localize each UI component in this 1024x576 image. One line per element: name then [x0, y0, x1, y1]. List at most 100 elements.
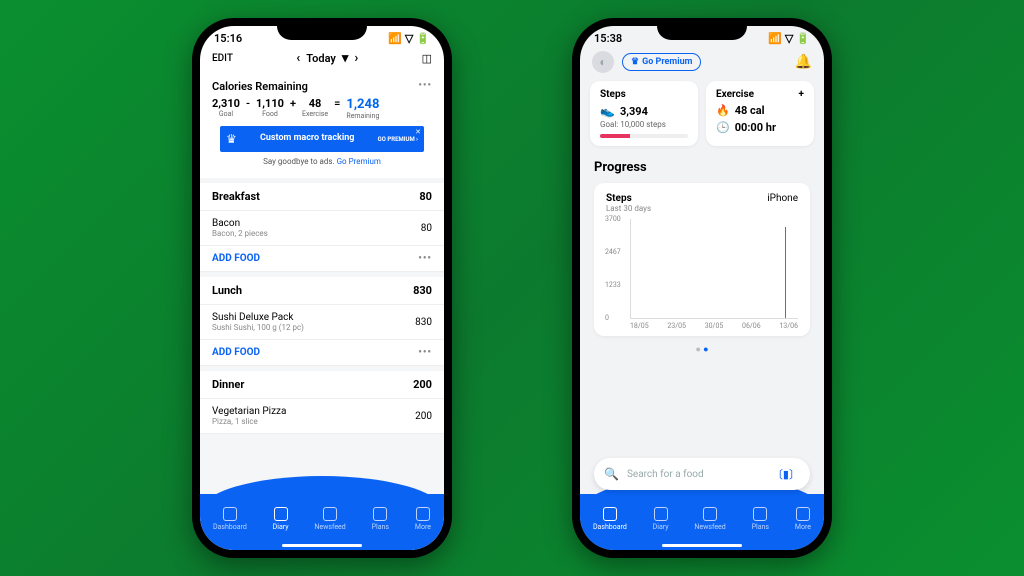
- phone-dashboard: 15:38 📶 ▽ 🔋 ◐ ♛ Go Premium 🔔 Steps 👟: [572, 18, 832, 558]
- promo-cta[interactable]: GO PREMIUM ›: [378, 136, 418, 143]
- tab-more[interactable]: More: [795, 507, 811, 531]
- food-title: Sushi Deluxe Pack: [212, 312, 304, 323]
- cal-remaining: 1,248 Remaining: [346, 97, 379, 120]
- promo-headline: Custom macro tracking: [243, 134, 372, 144]
- meal-item[interactable]: Vegetarian PizzaPizza, 1 slice200: [200, 399, 444, 434]
- steps-progress-bar: [600, 134, 688, 138]
- pager-dot-active[interactable]: ●: [703, 345, 708, 355]
- next-day-button[interactable]: ›: [354, 51, 358, 66]
- tab-icon: [603, 507, 617, 521]
- meal-item[interactable]: BaconBacon, 2 pieces80: [200, 211, 444, 246]
- tab-newsfeed[interactable]: Newsfeed: [314, 507, 345, 531]
- exercise-calories: 48 cal: [735, 104, 765, 117]
- exercise-duration: 00:00 hr: [735, 121, 776, 134]
- tab-icon: [416, 507, 430, 521]
- go-premium-link[interactable]: Go Premium: [337, 157, 381, 166]
- promo-banner[interactable]: ♛ Custom macro tracking GO PREMIUM › ✕: [220, 126, 424, 152]
- tab-more[interactable]: More: [415, 507, 431, 531]
- tab-icon: [753, 507, 767, 521]
- chart-data-spike: [785, 227, 786, 318]
- tab-icon: [274, 507, 288, 521]
- cal-food: 1,110 Food: [256, 97, 284, 118]
- tab-plans[interactable]: Plans: [752, 507, 769, 531]
- home-indicator[interactable]: [662, 544, 742, 547]
- steps-card-title: Steps: [600, 89, 688, 100]
- promo-close-button[interactable]: ✕: [415, 128, 421, 136]
- tab-icon: [373, 507, 387, 521]
- crown-icon: ♛: [631, 57, 639, 67]
- signal-icon: 📶: [388, 32, 402, 45]
- fire-icon: 🔥: [716, 104, 730, 117]
- steps-chart: 3700246712330: [630, 219, 798, 319]
- summary-cards: Steps 👟 3,394 Goal: 10,000 steps Exercis…: [580, 81, 824, 146]
- tab-label: Plans: [752, 523, 769, 531]
- tab-icon: [654, 507, 668, 521]
- edit-button[interactable]: EDIT: [212, 53, 233, 64]
- food-title: Bacon: [212, 218, 268, 229]
- tab-label: Diary: [653, 523, 669, 531]
- chart-ytick: 0: [605, 314, 609, 322]
- meal-more-button[interactable]: •••: [418, 253, 432, 264]
- add-exercise-button[interactable]: +: [799, 89, 804, 100]
- chart-xtick: 30/05: [705, 322, 724, 330]
- calories-card: Calories Remaining ••• 2,310 Goal - 1,11…: [200, 72, 444, 178]
- food-subtitle: Sushi Sushi, 100 g (12 pc): [212, 323, 304, 332]
- barcode-scan-icon[interactable]: 〔▮〕: [772, 466, 800, 482]
- add-food-button[interactable]: ADD FOOD•••: [200, 246, 444, 272]
- chart-device-label: iPhone: [767, 193, 798, 213]
- steps-chart-card[interactable]: Steps Last 30 days iPhone 3700246712330 …: [594, 183, 810, 336]
- steps-goal: Goal: 10,000 steps: [600, 120, 688, 129]
- chart-xtick: 23/05: [667, 322, 686, 330]
- crown-icon: ♛: [226, 132, 237, 146]
- steps-card[interactable]: Steps 👟 3,394 Goal: 10,000 steps: [590, 81, 698, 146]
- meal-header[interactable]: Breakfast80: [200, 183, 444, 211]
- meal-header[interactable]: Dinner200: [200, 371, 444, 399]
- meal-more-button[interactable]: •••: [418, 347, 432, 358]
- go-premium-button[interactable]: ♛ Go Premium: [622, 53, 701, 71]
- tab-dashboard[interactable]: Dashboard: [213, 507, 247, 531]
- chart-ytick: 3700: [605, 215, 621, 223]
- food-calories: 80: [421, 223, 432, 234]
- tab-dashboard[interactable]: Dashboard: [593, 507, 627, 531]
- avatar[interactable]: ◐: [592, 51, 614, 73]
- status-time: 15:38: [594, 32, 622, 45]
- exercise-card-title: Exercise: [716, 89, 754, 100]
- search-placeholder: Search for a food: [627, 469, 764, 480]
- add-food-button[interactable]: ADD FOOD•••: [200, 340, 444, 366]
- day-dropdown-icon[interactable]: ▾: [342, 51, 349, 66]
- food-subtitle: Pizza, 1 slice: [212, 417, 286, 426]
- food-calories: 830: [415, 317, 432, 328]
- tab-label: Dashboard: [593, 523, 627, 531]
- wifi-icon: ▽: [405, 32, 413, 45]
- pager-dot[interactable]: ●: [695, 345, 700, 355]
- tab-icon: [796, 507, 810, 521]
- tab-newsfeed[interactable]: Newsfeed: [694, 507, 725, 531]
- chart-xtick: 06/06: [742, 322, 761, 330]
- notifications-icon[interactable]: 🔔: [795, 54, 812, 70]
- nutrition-icon[interactable]: ◫: [422, 52, 432, 65]
- battery-icon: 🔋: [796, 32, 810, 45]
- tab-bar: Dashboard Diary Newsfeed Plans More: [580, 494, 824, 550]
- status-time: 15:16: [214, 32, 242, 45]
- home-indicator[interactable]: [282, 544, 362, 547]
- pager-dots[interactable]: ● ●: [580, 344, 824, 355]
- meal-item[interactable]: Sushi Deluxe PackSushi Sushi, 100 g (12 …: [200, 305, 444, 340]
- meal-total: 830: [413, 284, 432, 297]
- tab-diary[interactable]: Diary: [273, 507, 289, 531]
- meal-section: Breakfast80BaconBacon, 2 pieces80ADD FOO…: [200, 183, 444, 272]
- tab-diary[interactable]: Diary: [653, 507, 669, 531]
- prev-day-button[interactable]: ‹: [296, 51, 300, 66]
- tab-label: Dashboard: [213, 523, 247, 531]
- food-title: Vegetarian Pizza: [212, 406, 286, 417]
- wifi-icon: ▽: [785, 32, 793, 45]
- exercise-card[interactable]: Exercise + 🔥 48 cal 🕒 00:00 hr: [706, 81, 814, 146]
- phone-diary: 15:16 📶 ▽ 🔋 EDIT ‹ Today ▾ › ◫ Calories …: [192, 18, 452, 558]
- meal-header[interactable]: Lunch830: [200, 277, 444, 305]
- tab-label: Diary: [273, 523, 289, 531]
- calories-more-button[interactable]: •••: [418, 80, 432, 93]
- current-day-label[interactable]: Today: [306, 52, 336, 65]
- tab-plans[interactable]: Plans: [372, 507, 389, 531]
- status-indicators: 📶 ▽ 🔋: [768, 32, 810, 45]
- search-bar[interactable]: 🔍 Search for a food 〔▮〕: [594, 458, 810, 490]
- tab-label: Plans: [372, 523, 389, 531]
